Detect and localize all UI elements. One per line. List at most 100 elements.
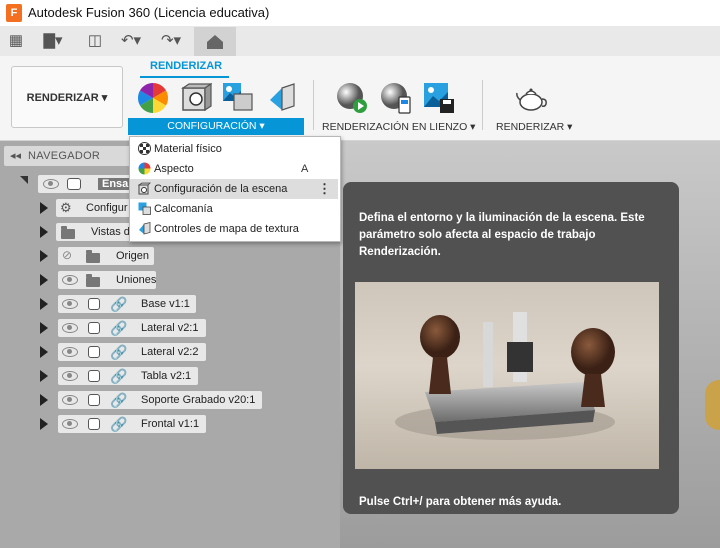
- render-teapot-icon[interactable]: [515, 82, 547, 114]
- render-preview-illustration: [395, 312, 615, 440]
- gear-icon: ⚙: [60, 200, 72, 215]
- link-icon: 🔗: [110, 320, 128, 336]
- expand-toggle-icon[interactable]: [40, 370, 48, 382]
- fusion-app-icon: F: [6, 4, 22, 22]
- browser-row-label: Origen: [116, 250, 150, 262]
- tab-renderizar[interactable]: RENDERIZAR: [150, 60, 222, 72]
- menu-item-aspecto[interactable]: Aspecto A: [130, 159, 338, 179]
- menu-item-calcomania[interactable]: Calcomanía: [130, 199, 338, 219]
- link-icon: 🔗: [110, 368, 128, 384]
- color-wheel-icon: [138, 162, 151, 175]
- folder-icon: [86, 250, 100, 263]
- active-tab-underline: [140, 76, 229, 78]
- browser-row-label: Tabla v2:1: [141, 370, 192, 382]
- visibility-eye-icon[interactable]: [62, 395, 78, 405]
- collapse-left-icon[interactable]: ◂◂: [10, 149, 21, 162]
- tooltip-preview-image: [355, 282, 659, 469]
- browser-row-label: Uniones: [116, 274, 157, 286]
- configuracion-group-button[interactable]: CONFIGURACIÓN ▾: [128, 118, 304, 135]
- browser-row-named-views[interactable]: Vistas d: [56, 223, 136, 241]
- browser-row-label: Frontal v1:1: [141, 418, 200, 430]
- undo-icon[interactable]: ↶▾: [116, 30, 146, 52]
- browser-row-label: Lateral v2:1: [141, 322, 199, 334]
- visibility-eye-icon[interactable]: [43, 179, 59, 189]
- renderizar-group-button[interactable]: RENDERIZAR ▾: [496, 121, 572, 133]
- browser-row-component[interactable]: 🔗 Lateral v2:1: [58, 319, 206, 337]
- hidden-eye-icon[interactable]: ⊘: [62, 248, 72, 262]
- browser-row-component[interactable]: 🔗 Soporte Grabado v20:1: [58, 391, 262, 409]
- grid-menu-icon[interactable]: ▦: [6, 30, 26, 52]
- browser-row-component[interactable]: 🔗 Lateral v2:2: [58, 343, 206, 361]
- texture-map-icon[interactable]: [266, 82, 298, 114]
- browser-row-component[interactable]: 🔗 Base v1:1: [58, 295, 196, 313]
- menu-item-label: Configuración de la escena: [154, 183, 288, 195]
- browser-row-root[interactable]: Ensam: [38, 175, 143, 193]
- material-checker-icon: [138, 142, 151, 155]
- redo-icon[interactable]: ↷▾: [156, 30, 186, 52]
- expand-toggle-icon[interactable]: [40, 394, 48, 406]
- visibility-eye-icon[interactable]: [62, 371, 78, 381]
- tooltip-description: Defina el entorno y la iluminación de la…: [359, 212, 645, 258]
- collapse-toggle-icon[interactable]: [20, 176, 28, 184]
- expand-toggle-icon[interactable]: [40, 226, 48, 238]
- menu-item-label: Calcomanía: [154, 203, 213, 215]
- expand-toggle-icon[interactable]: [40, 274, 48, 286]
- appearance-color-wheel-icon[interactable]: [137, 82, 169, 114]
- browser-row-label: Configur: [86, 202, 128, 214]
- component-icon: [88, 346, 100, 358]
- assembly-icon: [67, 178, 81, 190]
- decal-icon[interactable]: [222, 82, 254, 114]
- tooltip-help-text: Pulse Ctrl+/ para obtener más ayuda.: [359, 496, 562, 508]
- folder-icon: [61, 226, 75, 239]
- in-canvas-render-icon[interactable]: [336, 82, 368, 114]
- quick-access-toolbar: ▦ ▇▾ ◫ ↶▾ ↷▾: [0, 26, 720, 56]
- scene-settings-icon[interactable]: [180, 82, 212, 114]
- link-icon: 🔗: [110, 344, 128, 360]
- browser-row-settings[interactable]: ⚙ Configur: [56, 199, 136, 217]
- home-tab[interactable]: [194, 27, 236, 56]
- home-icon: [207, 35, 223, 49]
- in-canvas-render-settings-icon[interactable]: [380, 82, 412, 114]
- visibility-eye-icon[interactable]: [62, 419, 78, 429]
- browser-row-joints[interactable]: Uniones: [58, 271, 156, 289]
- texture-map-icon: [139, 222, 151, 235]
- menu-item-material-fisico[interactable]: Material físico: [130, 139, 338, 159]
- configuracion-dropdown-menu: Material físico Aspecto A Configuración …: [129, 136, 341, 242]
- browser-row-component[interactable]: 🔗 Tabla v2:1: [58, 367, 198, 385]
- link-icon: 🔗: [110, 416, 128, 432]
- ribbon-separator: [313, 80, 314, 130]
- browser-row-label: Vistas d: [91, 226, 130, 238]
- file-menu-icon[interactable]: ▇▾: [38, 30, 68, 52]
- visibility-eye-icon[interactable]: [62, 275, 78, 285]
- component-icon: [88, 370, 100, 382]
- component-icon: [88, 298, 100, 310]
- expand-toggle-icon[interactable]: [40, 322, 48, 334]
- capture-image-icon[interactable]: [423, 82, 455, 114]
- visibility-eye-icon[interactable]: [62, 347, 78, 357]
- menu-item-label: Controles de mapa de textura: [154, 223, 299, 235]
- browser-row-origin[interactable]: ⊘ Origen: [58, 247, 154, 265]
- visibility-eye-icon[interactable]: [62, 323, 78, 333]
- visibility-eye-icon[interactable]: [62, 299, 78, 309]
- window-title: Autodesk Fusion 360 (Licencia educativa): [28, 5, 270, 20]
- component-icon: [88, 394, 100, 406]
- decal-icon: [138, 202, 151, 215]
- workspace-switcher-button[interactable]: RENDERIZAR ▾: [11, 66, 123, 128]
- browser-row-component[interactable]: 🔗 Frontal v1:1: [58, 415, 206, 433]
- expand-toggle-icon[interactable]: [40, 418, 48, 430]
- tooltip-panel: Defina el entorno y la iluminación de la…: [343, 182, 679, 514]
- render-lienzo-group-button[interactable]: RENDERIZACIÓN EN LIENZO ▾: [322, 121, 475, 133]
- expand-toggle-icon[interactable]: [40, 346, 48, 358]
- expand-toggle-icon[interactable]: [40, 250, 48, 262]
- model-fragment: [705, 380, 720, 430]
- navigator-title: NAVEGADOR: [28, 150, 101, 162]
- menu-item-controles-textura[interactable]: Controles de mapa de textura: [130, 219, 338, 239]
- component-icon: [88, 418, 100, 430]
- component-icon: [88, 322, 100, 334]
- browser-row-label: Base v1:1: [141, 298, 190, 310]
- expand-toggle-icon[interactable]: [40, 202, 48, 214]
- more-options-icon[interactable]: ⋮: [318, 181, 331, 197]
- menu-item-configuracion-escena[interactable]: Configuración de la escena ⋮: [130, 179, 338, 199]
- save-icon[interactable]: ◫: [86, 30, 104, 52]
- expand-toggle-icon[interactable]: [40, 298, 48, 310]
